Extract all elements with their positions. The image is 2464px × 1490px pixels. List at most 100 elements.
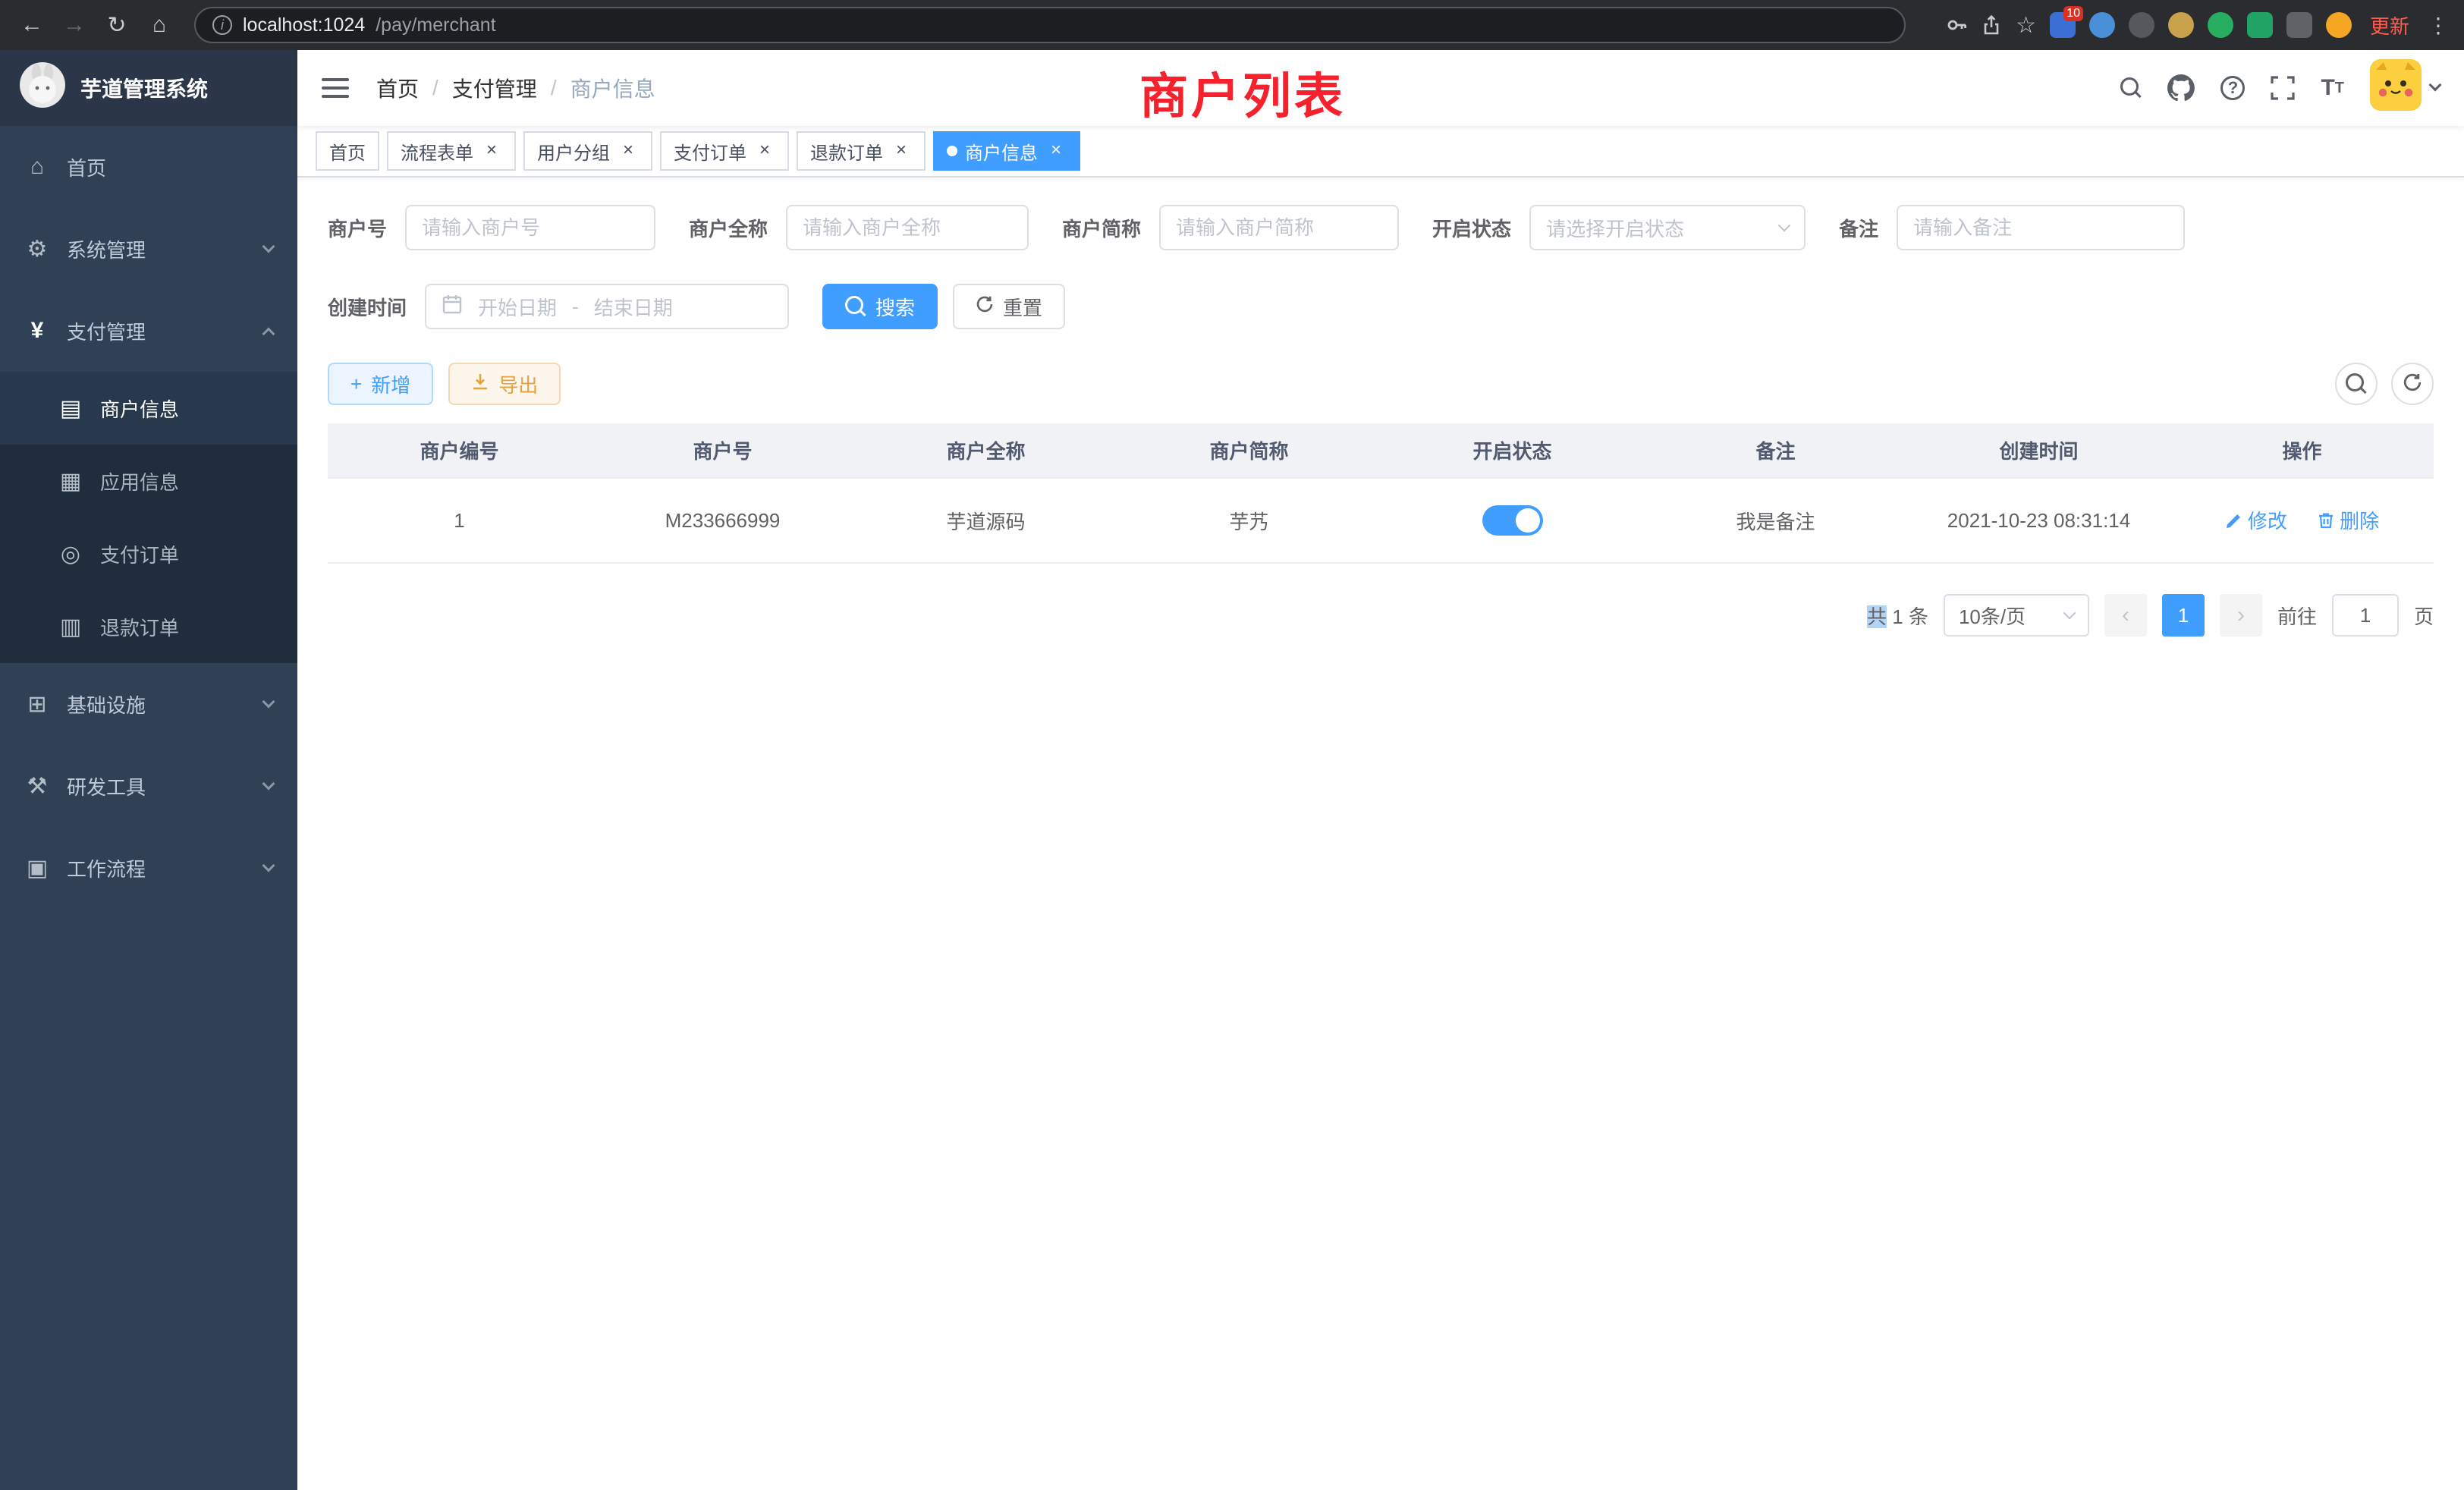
delete-label: 删除 [2340, 506, 2379, 534]
extension-icon[interactable] [2168, 12, 2194, 38]
browser-reload-icon[interactable]: ↻ [100, 12, 134, 39]
browser-profile-icon[interactable] [2326, 12, 2352, 38]
full-name-input[interactable] [786, 205, 1029, 250]
toggle-search-button[interactable] [2335, 363, 2378, 405]
sidebar-toggle-icon[interactable] [322, 78, 349, 98]
breadcrumb-payment[interactable]: 支付管理 [452, 73, 537, 103]
status-switch[interactable] [1482, 505, 1543, 536]
chevron-down-icon [2063, 607, 2076, 620]
sidebar-item-dev-tools[interactable]: ⚒ 研发工具 [0, 745, 297, 827]
sidebar-item-app-info[interactable]: ▦ 应用信息 [0, 445, 297, 517]
tab-close-icon[interactable]: × [1045, 140, 1067, 162]
sidebar-item-label: 应用信息 [100, 467, 179, 495]
tag-user-group[interactable]: 用户分组 × [523, 131, 652, 171]
fullscreen-icon[interactable] [2271, 76, 2295, 100]
sidebar-item-label: 工作流程 [67, 854, 146, 882]
tag-label: 支付订单 [674, 138, 746, 165]
extension-icon[interactable] [2129, 12, 2154, 38]
password-key-icon[interactable] [1946, 14, 1967, 36]
edit-label: 修改 [2248, 506, 2287, 534]
extension-icon[interactable] [2247, 12, 2273, 38]
tag-process-form[interactable]: 流程表单 × [387, 131, 516, 171]
page-size-select[interactable]: 10条/页 [1944, 594, 2089, 637]
sidebar-item-merchant-info[interactable]: ▤ 商户信息 [0, 372, 297, 445]
tab-close-icon[interactable]: × [754, 140, 775, 162]
extension-icon[interactable] [2089, 12, 2115, 38]
filter-label: 创建时间 [328, 293, 407, 321]
puzzle-extensions-icon[interactable] [2286, 12, 2312, 38]
goto-page-input[interactable] [2332, 594, 2399, 637]
cell-short-name: 芋艿 [1117, 478, 1381, 563]
toolbar-right [2321, 363, 2434, 405]
merchant-no-input[interactable] [405, 205, 655, 250]
tab-close-icon[interactable]: × [891, 140, 912, 162]
page-1-button[interactable]: 1 [2162, 594, 2205, 637]
tag-label: 用户分组 [537, 138, 610, 165]
select-placeholder: 请选择开启状态 [1546, 214, 1684, 242]
document-icon: ▥ [58, 614, 83, 640]
browser-menu-icon[interactable]: ⋮ [2428, 13, 2449, 38]
font-size-icon[interactable]: TT [2321, 75, 2344, 101]
column-header: 商户号 [591, 423, 854, 478]
add-button[interactable]: + 新增 [328, 363, 433, 405]
date-separator: - [572, 295, 579, 319]
edit-link[interactable]: 修改 [2225, 506, 2287, 534]
browser-home-icon[interactable]: ⌂ [143, 12, 176, 38]
user-menu[interactable] [2370, 59, 2440, 117]
filter-row-2: 创建时间 开始日期 - 结束日期 搜索 [328, 284, 2434, 329]
tag-home[interactable]: 首页 [316, 131, 379, 171]
short-name-input[interactable] [1159, 205, 1399, 250]
tab-close-icon[interactable]: × [481, 140, 502, 162]
reset-button[interactable]: 重置 [953, 284, 1065, 329]
page-size-value: 10条/页 [1959, 602, 2026, 630]
tag-refund-orders[interactable]: 退款订单× [797, 131, 926, 171]
site-info-icon[interactable]: i [212, 15, 232, 35]
refresh-button[interactable] [2391, 363, 2434, 405]
plus-icon: + [350, 372, 362, 396]
next-page-button[interactable]: › [2220, 594, 2262, 637]
add-button-label: 新增 [371, 370, 410, 398]
status-select[interactable]: 请选择开启状态 [1529, 205, 1806, 250]
share-icon[interactable] [1981, 14, 2002, 36]
monitor-icon: ⊞ [24, 691, 50, 718]
tag-label: 商户信息 [965, 138, 1038, 165]
tag-label: 流程表单 [401, 138, 473, 165]
browser-forward-icon[interactable]: → [58, 12, 91, 38]
extension-icon-badged[interactable]: 10 [2050, 12, 2076, 38]
refresh-icon [2403, 370, 2422, 398]
github-icon[interactable] [2167, 74, 2195, 102]
filter-label: 开启状态 [1432, 214, 1511, 242]
bookmark-star-icon[interactable]: ☆ [2016, 12, 2036, 39]
tag-payment-orders[interactable]: 支付订单 × [660, 131, 789, 171]
tab-close-icon[interactable]: × [618, 140, 639, 162]
record-icon: ◎ [58, 541, 83, 567]
cell-full-name: 芋道源码 [854, 478, 1117, 563]
browser-update-button[interactable]: 更新 [2370, 11, 2409, 39]
prev-page-button[interactable]: ‹ [2104, 594, 2147, 637]
export-button[interactable]: 导出 [448, 363, 561, 405]
sidebar-logo[interactable]: 芋道管理系统 [0, 50, 297, 126]
sidebar-item-payment[interactable]: ¥ 支付管理 [0, 290, 297, 372]
chevron-up-icon [262, 328, 275, 341]
help-icon[interactable]: ? [2220, 76, 2245, 100]
search-button[interactable]: 搜索 [822, 284, 938, 329]
sidebar-item-home[interactable]: ⌂ 首页 [0, 126, 297, 208]
total-prefix: 共 [1867, 605, 1887, 628]
sidebar-item-workflow[interactable]: ▣ 工作流程 [0, 827, 297, 909]
browser-back-icon[interactable]: ← [15, 12, 49, 38]
total-suffix: 条 [1909, 605, 1928, 628]
breadcrumb-separator: / [432, 76, 438, 100]
address-bar[interactable]: i localhost:1024/pay/merchant [194, 7, 1906, 43]
extension-icon[interactable] [2208, 12, 2233, 38]
tag-merchant-info-active[interactable]: 商户信息 × [933, 131, 1080, 171]
sidebar-item-refund-orders[interactable]: ▥ 退款订单 [0, 590, 297, 663]
date-range-picker[interactable]: 开始日期 - 结束日期 [425, 284, 789, 329]
remark-input[interactable] [1897, 205, 2185, 250]
sidebar-item-infrastructure[interactable]: ⊞ 基础设施 [0, 663, 297, 745]
breadcrumb-home[interactable]: 首页 [376, 73, 419, 103]
sidebar-item-system[interactable]: ⚙ 系统管理 [0, 208, 297, 290]
filter-label: 商户全称 [689, 214, 768, 242]
sidebar-item-payment-orders[interactable]: ◎ 支付订单 [0, 517, 297, 590]
delete-link[interactable]: 删除 [2317, 506, 2379, 534]
search-icon[interactable] [2120, 77, 2142, 99]
